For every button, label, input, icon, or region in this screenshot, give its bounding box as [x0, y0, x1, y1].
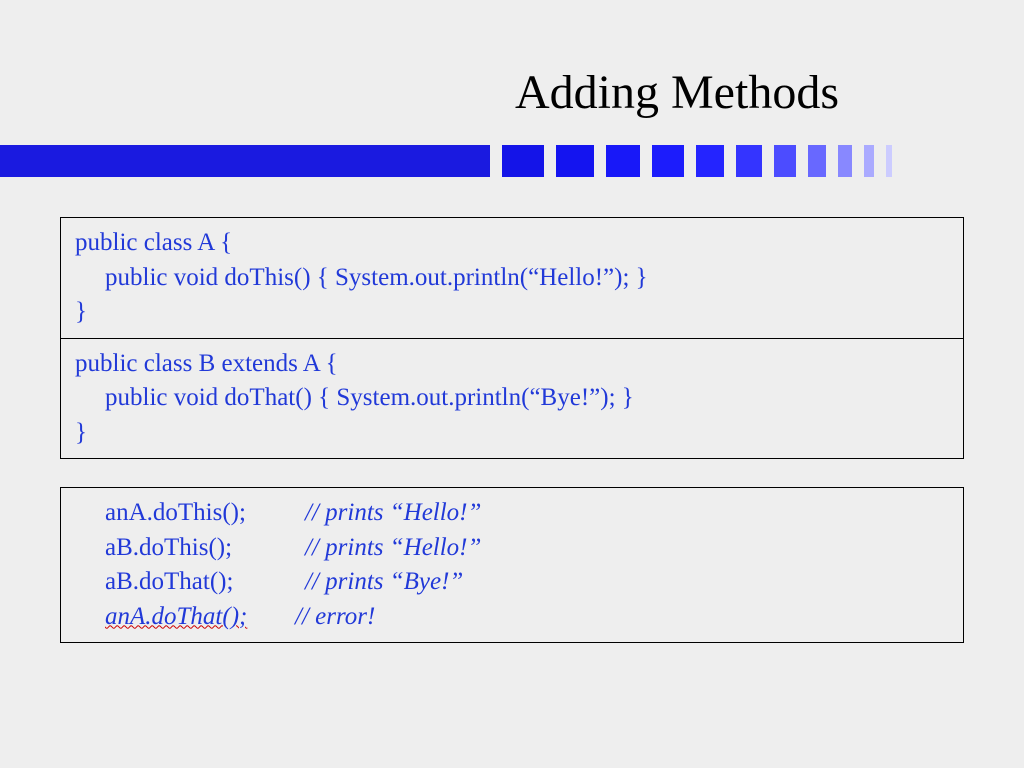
call-row: aB.doThat(); // prints “Bye!” — [75, 565, 949, 600]
call-expr-error: anA.doThat(); — [75, 600, 295, 635]
bar-square — [808, 145, 826, 177]
bar-square — [886, 145, 892, 177]
bar-square — [864, 145, 874, 177]
bar-square — [502, 145, 544, 177]
bar-solid — [0, 145, 490, 177]
call-expr: aB.doThat(); — [75, 565, 305, 600]
decorative-bar — [0, 145, 1024, 177]
call-comment: // error! — [295, 600, 375, 635]
call-comment: // prints “Bye!” — [305, 565, 463, 600]
bar-square — [774, 145, 796, 177]
bar-square — [838, 145, 852, 177]
code-box-calls: anA.doThis(); // prints “Hello!” aB.doTh… — [60, 487, 964, 643]
call-row: aB.doThis(); // prints “Hello!” — [75, 531, 949, 566]
code-line: public void doThat() { System.out.printl… — [75, 381, 949, 416]
call-expr: anA.doThis(); — [75, 496, 305, 531]
slide-title: Adding Methods — [0, 0, 1024, 145]
call-row: anA.doThat(); // error! — [75, 600, 949, 635]
bar-square — [652, 145, 684, 177]
code-box-class-a: public class A { public void doThis() { … — [60, 217, 964, 339]
code-line: } — [75, 295, 949, 330]
call-expr: aB.doThis(); — [75, 531, 305, 566]
bar-squares — [502, 145, 892, 177]
bar-square — [696, 145, 724, 177]
bar-square — [736, 145, 762, 177]
bar-square — [606, 145, 640, 177]
call-row: anA.doThis(); // prints “Hello!” — [75, 496, 949, 531]
code-line: public class B extends A { — [75, 347, 949, 382]
bar-square — [556, 145, 594, 177]
call-comment: // prints “Hello!” — [305, 496, 481, 531]
call-comment: // prints “Hello!” — [305, 531, 481, 566]
code-box-class-b: public class B extends A { public void d… — [60, 338, 964, 460]
code-line: public class A { — [75, 226, 949, 261]
code-line: public void doThis() { System.out.printl… — [75, 261, 949, 296]
code-line: } — [75, 416, 949, 451]
